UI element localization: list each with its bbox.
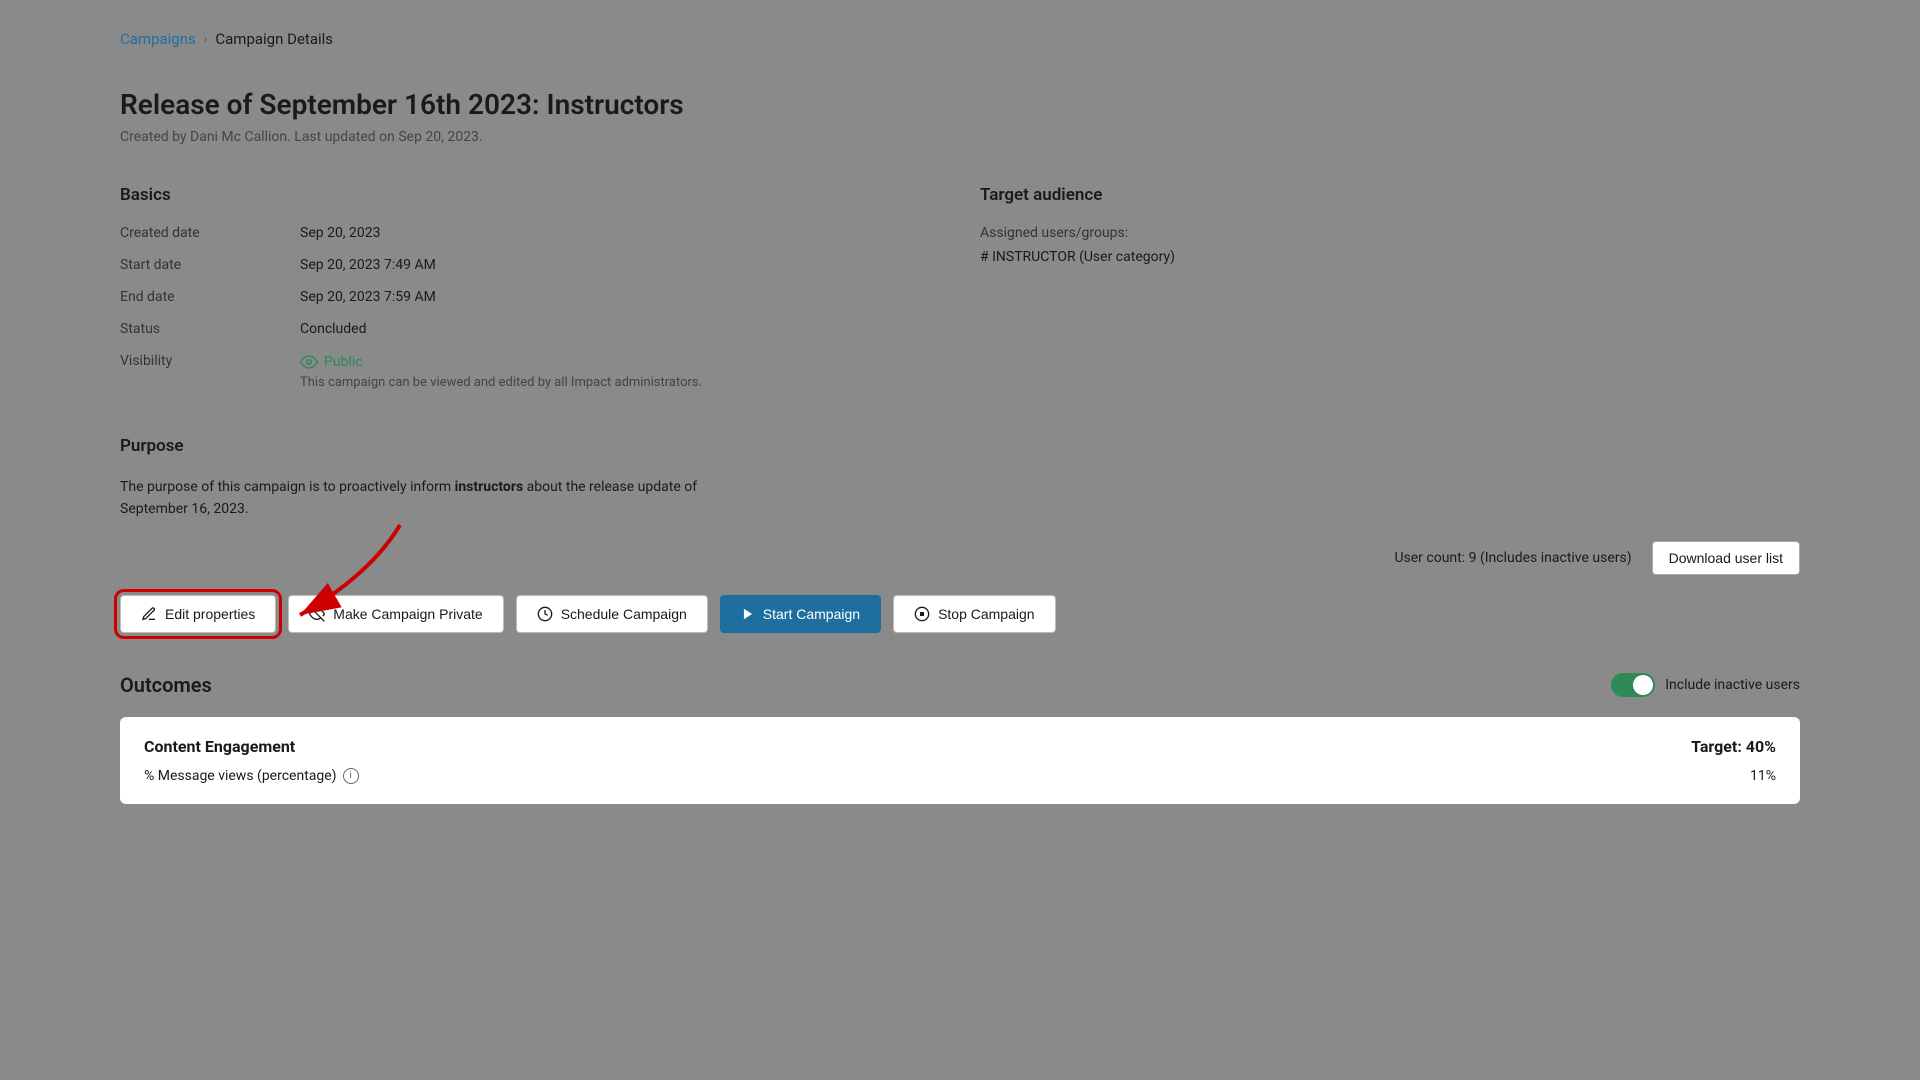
field-label-visibility: Visibility <box>120 353 300 369</box>
breadcrumb-current: Campaign Details <box>215 30 333 48</box>
breadcrumb-separator: › <box>204 32 208 46</box>
field-value-created-date: Sep 20, 2023 <box>300 225 940 241</box>
visibility-value: Public <box>300 353 940 371</box>
field-label-status: Status <box>120 321 300 337</box>
field-value-status: Concluded <box>300 321 940 337</box>
user-count-row: User count: 9 (Includes inactive users) … <box>120 541 1800 575</box>
field-end-date: End date Sep 20, 2023 7:59 AM <box>120 289 940 305</box>
purpose-title: Purpose <box>120 436 1800 456</box>
instructor-tag: # INSTRUCTOR (User category) <box>980 249 1800 265</box>
visibility-note: This campaign can be viewed and edited b… <box>300 375 940 390</box>
target-audience-title: Target audience <box>980 185 1800 205</box>
page-title: Release of September 16th 2023: Instruct… <box>120 88 1800 121</box>
field-label-start-date: Start date <box>120 257 300 273</box>
schedule-icon <box>537 606 553 622</box>
make-campaign-private-button[interactable]: Make Campaign Private <box>288 595 503 633</box>
outcomes-header: Outcomes Include inactive users <box>120 673 1800 697</box>
toggle-row: Include inactive users <box>1611 673 1800 697</box>
toggle-label: Include inactive users <box>1665 677 1800 693</box>
field-created-date: Created date Sep 20, 2023 <box>120 225 940 241</box>
download-user-list-button[interactable]: Download user list <box>1652 541 1800 575</box>
page-subtitle: Created by Dani Mc Callion. Last updated… <box>120 129 1800 145</box>
start-campaign-button[interactable]: Start Campaign <box>720 595 881 633</box>
stop-campaign-button[interactable]: Stop Campaign <box>893 595 1056 633</box>
visibility-text: Public <box>324 354 363 370</box>
edit-icon <box>141 606 157 622</box>
content-engagement-box: Content Engagement Target: 40% % Message… <box>120 717 1800 804</box>
field-start-date: Start date Sep 20, 2023 7:49 AM <box>120 257 940 273</box>
field-label-end-date: End date <box>120 289 300 305</box>
metric-row: % Message views (percentage) i 11% <box>144 768 1776 784</box>
purpose-section: Purpose The purpose of this campaign is … <box>120 436 1800 521</box>
user-count-text: User count: 9 (Includes inactive users) <box>1394 550 1631 566</box>
edit-properties-button[interactable]: Edit properties <box>120 595 276 633</box>
basics-title: Basics <box>120 185 940 205</box>
outcomes-title: Outcomes <box>120 673 212 697</box>
content-engagement-header: Content Engagement Target: 40% <box>144 737 1776 756</box>
target-label: Target: 40% <box>1691 737 1776 756</box>
schedule-campaign-button[interactable]: Schedule Campaign <box>516 595 708 633</box>
breadcrumb-campaigns-link[interactable]: Campaigns <box>120 30 196 48</box>
breadcrumb: Campaigns › Campaign Details <box>120 30 1800 48</box>
basics-section: Basics Created date Sep 20, 2023 Start d… <box>120 185 940 406</box>
metric-value: 11% <box>1750 768 1776 784</box>
metric-name-text: % Message views (percentage) <box>144 768 337 784</box>
eye-icon <box>300 353 318 371</box>
stop-icon <box>914 606 930 622</box>
purpose-text: The purpose of this campaign is to proac… <box>120 476 720 521</box>
private-icon <box>309 606 325 622</box>
action-buttons-row: Edit properties Make Campaign Private Sc… <box>120 595 1800 633</box>
info-icon[interactable]: i <box>343 768 359 784</box>
content-engagement-title: Content Engagement <box>144 737 295 756</box>
target-audience-section: Target audience Assigned users/groups: #… <box>980 185 1800 406</box>
field-status: Status Concluded <box>120 321 940 337</box>
assigned-label: Assigned users/groups: <box>980 225 1800 241</box>
field-value-end-date: Sep 20, 2023 7:59 AM <box>300 289 940 305</box>
play-icon <box>741 607 755 621</box>
metric-name: % Message views (percentage) i <box>144 768 359 784</box>
field-visibility: Visibility Public This campaign can be v… <box>120 353 940 390</box>
field-value-start-date: Sep 20, 2023 7:49 AM <box>300 257 940 273</box>
include-inactive-toggle[interactable] <box>1611 673 1655 697</box>
field-label-created-date: Created date <box>120 225 300 241</box>
